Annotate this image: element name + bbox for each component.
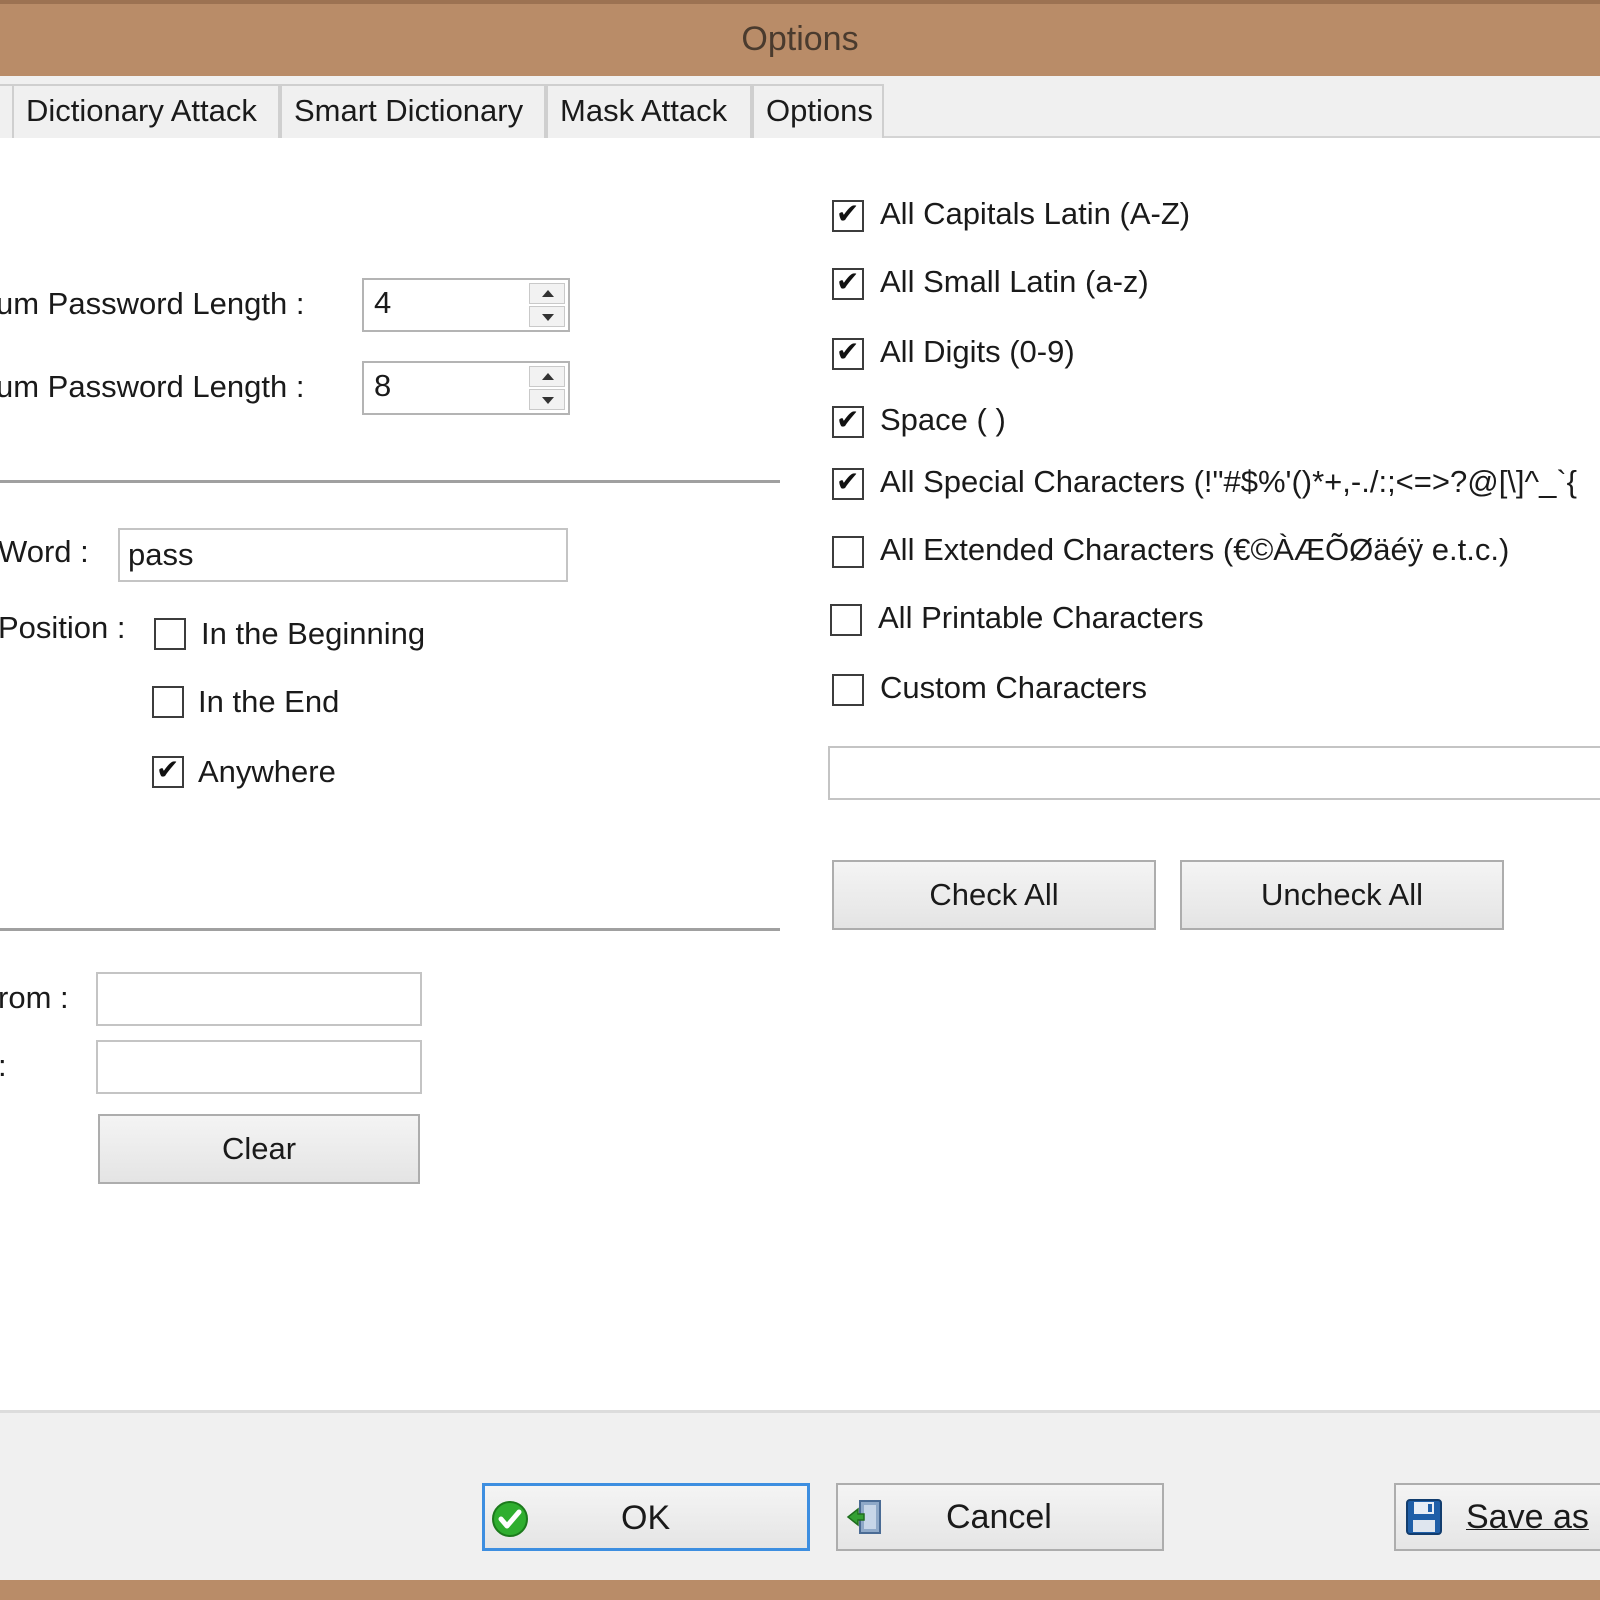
check-mark-icon: ✔ xyxy=(836,465,860,498)
uncheck-all-button[interactable]: Uncheck All xyxy=(1180,860,1504,930)
charset-capitals-checkbox[interactable]: ✔ xyxy=(832,197,864,232)
charset-special-checkbox[interactable]: ✔ xyxy=(832,465,864,500)
tab-smart-dictionary[interactable]: Smart Dictionary xyxy=(280,84,546,138)
charset-special-label: All Special Characters (!"#$%'()*+,-./:;… xyxy=(880,464,1578,499)
from-input[interactable] xyxy=(96,972,422,1026)
min-length-increment[interactable] xyxy=(529,283,565,304)
charset-extended-checkbox[interactable] xyxy=(832,536,864,568)
min-length-label: um Password Length : xyxy=(0,286,305,321)
section-separator-1 xyxy=(0,480,780,483)
ok-button-label: OK xyxy=(621,1499,671,1537)
min-length-spinner[interactable]: 4 xyxy=(362,278,570,332)
max-length-label: um Password Length : xyxy=(0,369,305,404)
word-input[interactable]: pass xyxy=(118,528,568,582)
dialog-client-area: Dictionary Attack Smart Dictionary Mask … xyxy=(0,76,1600,1580)
from-label: rom : xyxy=(0,980,69,1015)
position-beginning-checkbox[interactable] xyxy=(154,618,186,650)
position-anywhere-checkbox[interactable]: ✔ xyxy=(152,753,184,788)
max-length-spin-buttons[interactable] xyxy=(529,366,565,410)
green-check-icon xyxy=(492,1501,528,1537)
floppy-disk-icon xyxy=(1406,1499,1442,1535)
charset-printable-label: All Printable Characters xyxy=(878,600,1204,635)
section-separator-2 xyxy=(0,928,780,931)
exit-door-icon xyxy=(846,1500,881,1534)
charset-extended-label: All Extended Characters (€©ÀÆÕØäéÿ e.t.c… xyxy=(880,532,1510,567)
charset-capitals-label: All Capitals Latin (A-Z) xyxy=(880,196,1191,231)
dialog-footer: OK Cancel Save as xyxy=(0,1410,1600,1580)
ok-button[interactable]: OK xyxy=(482,1483,810,1551)
tab-dictionary-attack[interactable]: Dictionary Attack xyxy=(12,84,280,138)
to-label: : xyxy=(0,1048,7,1084)
min-length-spin-buttons[interactable] xyxy=(529,283,565,327)
cancel-button-label: Cancel xyxy=(946,1498,1052,1536)
charset-printable-checkbox[interactable] xyxy=(830,604,862,636)
charset-digits-label: All Digits (0-9) xyxy=(880,334,1075,369)
charset-small-label: All Small Latin (a-z) xyxy=(880,264,1149,299)
charset-digits-checkbox[interactable]: ✔ xyxy=(832,335,864,370)
position-anywhere-label: Anywhere xyxy=(198,754,336,789)
position-end-label: In the End xyxy=(198,684,340,719)
max-length-spinner[interactable]: 8 xyxy=(362,361,570,415)
word-label: Word : xyxy=(0,534,89,569)
max-length-value: 8 xyxy=(374,368,392,403)
check-mark-icon: ✔ xyxy=(836,265,860,298)
window-bottom-edge xyxy=(0,1580,1600,1600)
tab-options[interactable]: Options xyxy=(752,84,884,138)
save-as-button[interactable]: Save as xyxy=(1394,1483,1600,1551)
check-mark-icon: ✔ xyxy=(836,197,860,230)
custom-characters-input[interactable] xyxy=(828,746,1600,800)
check-all-button[interactable]: Check All xyxy=(832,860,1156,930)
check-mark-icon: ✔ xyxy=(836,403,860,436)
title-bar[interactable]: Options xyxy=(0,0,1600,76)
charset-space-checkbox[interactable]: ✔ xyxy=(832,403,864,438)
min-length-value: 4 xyxy=(374,285,392,320)
charset-custom-label: Custom Characters xyxy=(880,670,1148,705)
to-input[interactable] xyxy=(96,1040,422,1094)
max-length-increment[interactable] xyxy=(529,366,565,387)
save-as-button-label: Save as xyxy=(1466,1498,1589,1536)
cancel-button[interactable]: Cancel xyxy=(836,1483,1164,1551)
charset-small-checkbox[interactable]: ✔ xyxy=(832,265,864,300)
check-mark-icon: ✔ xyxy=(836,335,860,368)
charset-custom-checkbox[interactable] xyxy=(832,674,864,706)
clear-button[interactable]: Clear xyxy=(98,1114,420,1184)
tab-mask-attack[interactable]: Mask Attack xyxy=(546,84,752,138)
position-beginning-label: In the Beginning xyxy=(201,616,426,651)
max-length-decrement[interactable] xyxy=(529,389,565,410)
charset-space-label: Space ( ) xyxy=(880,402,1006,437)
window-title: Options xyxy=(741,20,859,58)
position-end-checkbox[interactable] xyxy=(152,686,184,718)
check-mark-icon: ✔ xyxy=(156,753,180,786)
position-label: Position : xyxy=(0,610,126,645)
min-length-decrement[interactable] xyxy=(529,306,565,327)
tab-strip: Dictionary Attack Smart Dictionary Mask … xyxy=(0,76,1600,138)
